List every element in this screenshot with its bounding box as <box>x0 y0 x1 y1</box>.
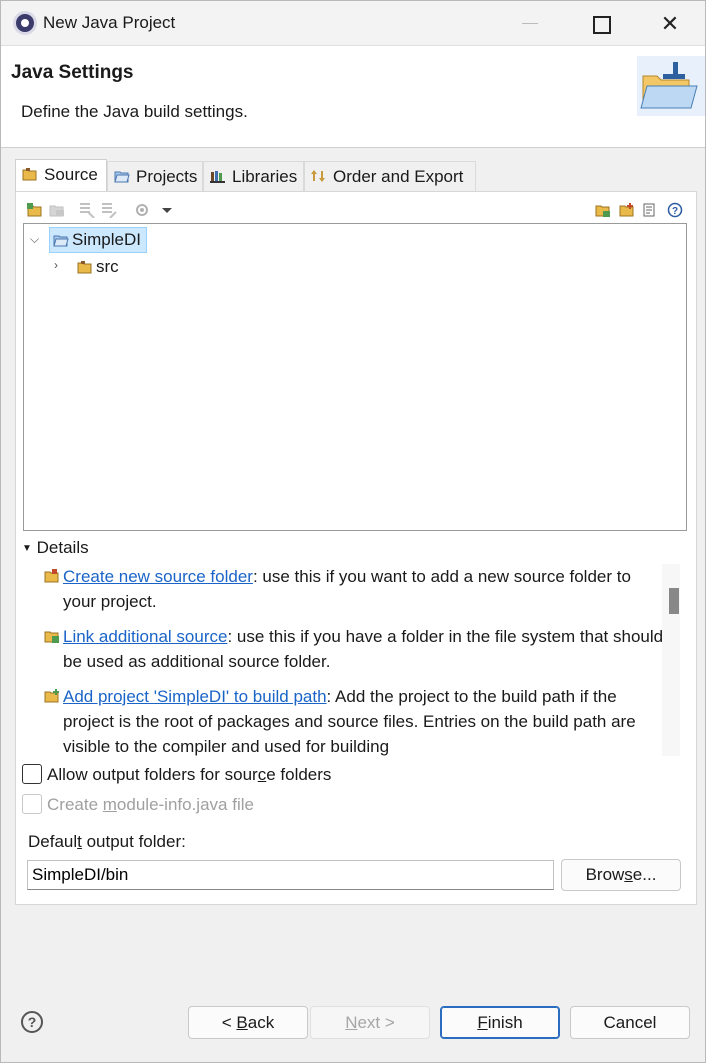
new-source-folder-icon <box>44 569 59 583</box>
back-button[interactable]: < Back <box>188 1006 308 1039</box>
svg-text:?: ? <box>672 206 678 217</box>
link-source-icon[interactable] <box>594 202 612 218</box>
tab-source-label: Source <box>44 165 98 184</box>
link-additional-source-link[interactable]: Link additional source <box>63 627 227 646</box>
expand-chevron-icon[interactable]: ⌵ <box>30 232 39 247</box>
details-toggle[interactable]: ▼ Details <box>22 538 89 558</box>
source-toolbar: ? <box>24 198 688 224</box>
create-module-info-option: Create module-info.java file <box>22 794 254 815</box>
include-icon[interactable] <box>100 202 118 218</box>
details-heading: Details <box>36 538 89 557</box>
configure-icon[interactable] <box>134 202 152 218</box>
src-label: src <box>96 257 119 276</box>
create-source-folder-link[interactable]: Create new source folder <box>63 567 253 586</box>
tree-item-src[interactable]: src <box>74 257 154 283</box>
projects-icon <box>114 171 130 183</box>
source-folder-icon <box>77 261 92 274</box>
help-button[interactable]: ? <box>21 1011 43 1033</box>
cancel-button[interactable]: Cancel <box>570 1006 690 1039</box>
detail-create-folder: Create new source folder: use this if yo… <box>44 564 664 614</box>
tab-source[interactable]: Source <box>15 159 107 192</box>
source-tree[interactable]: ⌵ SimpleDI › src <box>23 223 687 531</box>
page-description: Define the Java build settings. <box>21 102 248 121</box>
add-folder-icon[interactable] <box>26 202 44 218</box>
page-title: Java Settings <box>11 62 134 83</box>
allow-output-folders-option[interactable]: Allow output folders for source folders <box>22 764 331 785</box>
create-module-info-label: Create module-info.java file <box>47 795 254 814</box>
eclipse-icon <box>13 11 37 35</box>
allow-output-folders-label: Allow output folders for source folders <box>47 765 332 784</box>
source-folder-icon <box>22 168 37 181</box>
collapsed-chevron-icon[interactable]: › <box>54 258 58 272</box>
next-button: Next > <box>310 1006 430 1039</box>
tab-order-export[interactable]: Order and Export <box>304 161 476 192</box>
details-scrollbar[interactable] <box>662 564 680 756</box>
new-java-project-icon <box>637 56 705 116</box>
details-panel: Create new source folder: use this if yo… <box>44 564 664 756</box>
finish-button[interactable]: Finish <box>440 1006 560 1039</box>
tab-projects-label: Projects <box>136 167 198 186</box>
tab-libraries-label: Libraries <box>232 167 298 186</box>
remove-folder-icon[interactable] <box>48 202 66 218</box>
exclude-icon[interactable] <box>78 202 96 218</box>
project-folder-icon <box>53 235 69 247</box>
source-tab-panel: ? ⌵ SimpleDI › src ▼ Details Create new … <box>15 191 697 905</box>
scrollbar-thumb[interactable] <box>669 588 679 614</box>
project-name: SimpleDI <box>72 230 141 249</box>
close-button[interactable]: ✕ <box>635 1 705 46</box>
output-folder-input[interactable] <box>27 860 554 890</box>
order-export-icon <box>311 170 325 182</box>
tab-projects[interactable]: Projects <box>107 161 203 192</box>
collapse-arrow-icon: ▼ <box>22 543 32 554</box>
add-project-build-path-link[interactable]: Add project 'SimpleDI' to build path <box>63 687 327 706</box>
browse-button[interactable]: Browse... <box>561 859 681 891</box>
tree-item-project[interactable]: SimpleDI <box>49 227 147 253</box>
libraries-icon <box>210 171 225 183</box>
wizard-banner: Java Settings Define the Java build sett… <box>1 46 705 148</box>
add-project-icon[interactable] <box>618 202 636 218</box>
link-source-icon <box>44 631 59 643</box>
maximize-button[interactable] <box>565 1 635 46</box>
create-module-info-checkbox <box>22 794 42 814</box>
default-output-folder-label: Default output folder: <box>28 832 186 851</box>
collapse-icon[interactable] <box>642 202 660 218</box>
new-java-project-dialog: New Java Project ✕ Java Settings Define … <box>0 0 706 1063</box>
help-icon[interactable]: ? <box>666 202 684 218</box>
tab-libraries[interactable]: Libraries <box>203 161 304 192</box>
dropdown-arrow-icon[interactable] <box>158 202 176 218</box>
add-project-icon <box>44 689 59 703</box>
title-bar: New Java Project ✕ <box>1 1 705 46</box>
detail-link-source: Link additional source: use this if you … <box>44 624 664 674</box>
allow-output-folders-checkbox[interactable] <box>22 764 42 784</box>
minimize-button[interactable] <box>495 1 565 46</box>
tab-order-export-label: Order and Export <box>333 167 464 186</box>
window-title: New Java Project <box>43 13 176 32</box>
detail-add-project: Add project 'SimpleDI' to build path: Ad… <box>44 684 664 756</box>
